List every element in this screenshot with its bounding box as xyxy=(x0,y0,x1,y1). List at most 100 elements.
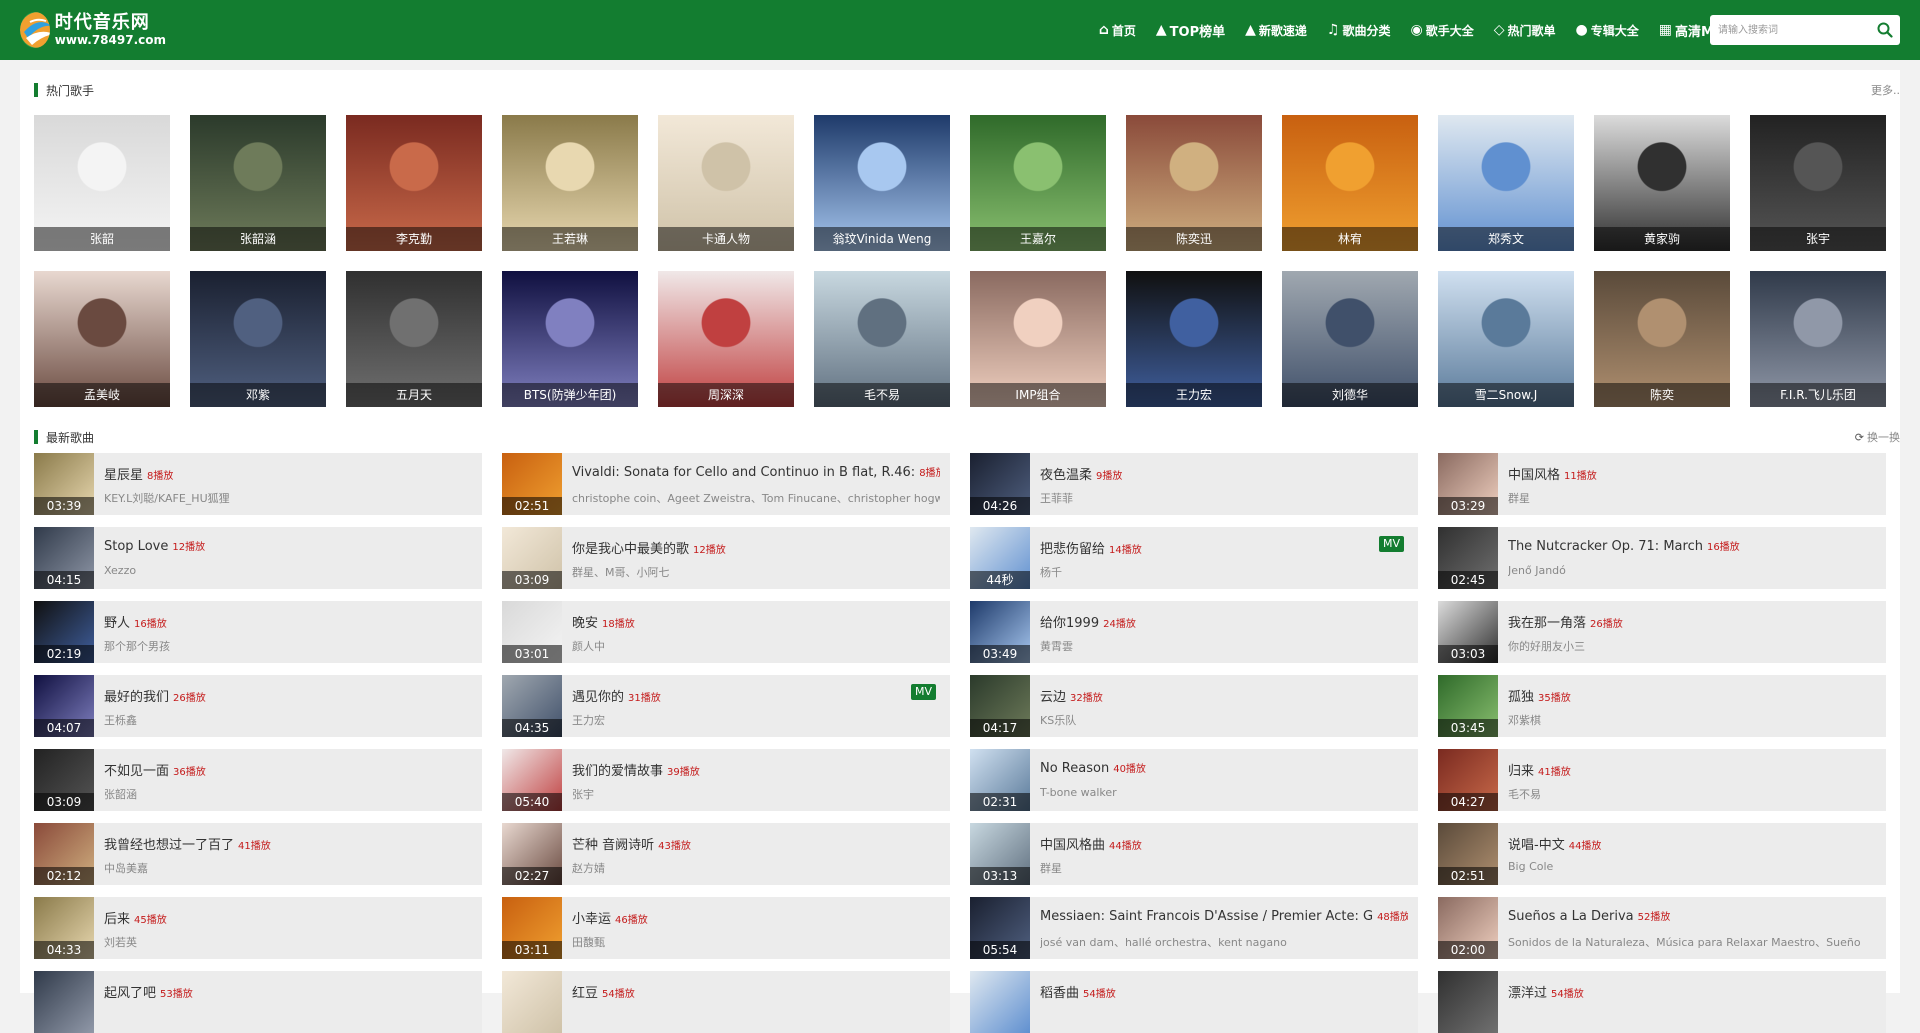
song-title[interactable]: 中国风格曲 44播放 xyxy=(1040,834,1408,853)
song-title[interactable]: 归来 41播放 xyxy=(1508,760,1876,779)
song-title[interactable]: 芒种 音阙诗听 43播放 xyxy=(572,834,940,853)
song-item[interactable]: 05:54 Messiaen: Saint Francois D'Assise /… xyxy=(970,897,1418,959)
song-artist[interactable]: Big Cole xyxy=(1508,860,1876,873)
nav-singers[interactable]: ◉ 歌手大全 xyxy=(1401,0,1484,60)
singers-more-link[interactable]: 更多.. xyxy=(1871,82,1900,98)
singer-card[interactable]: 黄家驹 xyxy=(1594,115,1730,251)
song-title[interactable]: Stop Love 12播放 xyxy=(104,538,472,554)
nav-playlists[interactable]: ◇ 热门歌单 xyxy=(1484,0,1566,60)
song-artist[interactable]: 群星 xyxy=(1508,490,1876,506)
song-artist[interactable]: 颜人中 xyxy=(572,638,940,654)
song-cover[interactable]: 04:07 xyxy=(34,675,94,737)
song-artist[interactable]: 王菲菲 xyxy=(1040,490,1408,506)
singer-card[interactable]: 王若琳 xyxy=(502,115,638,251)
song-cover[interactable]: 02:27 xyxy=(502,823,562,885)
nav-albums[interactable]: ● 专辑大全 xyxy=(1566,0,1649,60)
song-title[interactable]: 晚安 18播放 xyxy=(572,612,940,631)
song-item[interactable]: 04:27 归来 41播放 毛不易 xyxy=(1438,749,1886,811)
song-title[interactable]: 把悲伤留给 14播放 xyxy=(1040,538,1408,557)
song-artist[interactable]: T-bone walker xyxy=(1040,786,1408,799)
song-artist[interactable]: KEY.L刘聪/KAFE_HU狐狸 xyxy=(104,490,472,506)
song-artist[interactable]: 黄霄雲 xyxy=(1040,638,1408,654)
song-title[interactable]: 我们的爱情故事 39播放 xyxy=(572,760,940,779)
song-cover[interactable]: 02:51 xyxy=(502,453,562,515)
song-item[interactable]: 04:33 后来 45播放 刘若英 xyxy=(34,897,482,959)
song-artist[interactable]: Sonidos de la Naturaleza、Música para Rel… xyxy=(1508,934,1876,950)
song-item[interactable]: 03:03 我在那一角落 26播放 你的好朋友小三 xyxy=(1438,601,1886,663)
song-cover[interactable]: 05:54 xyxy=(970,897,1030,959)
song-artist[interactable]: KS乐队 xyxy=(1040,712,1408,728)
song-item[interactable]: 02:51 Vivaldi: Sonata for Cello and Conti… xyxy=(502,453,950,515)
search-button[interactable] xyxy=(1870,15,1900,45)
song-title[interactable]: No Reason 40播放 xyxy=(1040,760,1408,776)
nav-top-chart[interactable]: ▲ TOP榜单 xyxy=(1146,0,1235,60)
song-artist[interactable]: Xezzo xyxy=(104,564,472,577)
song-cover[interactable]: 02:19 xyxy=(34,601,94,663)
song-cover[interactable]: 04:27 xyxy=(1438,749,1498,811)
singer-card[interactable]: 周深深 xyxy=(658,271,794,407)
singer-card[interactable]: 雪二Snow.J xyxy=(1438,271,1574,407)
singer-card[interactable]: 李克勤 xyxy=(346,115,482,251)
song-item[interactable]: 03:49 给你1999 24播放 黄霄雲 xyxy=(970,601,1418,663)
singer-card[interactable]: 张韶涵 xyxy=(190,115,326,251)
song-artist[interactable]: 赵方婧 xyxy=(572,860,940,876)
song-title[interactable]: 云边 32播放 xyxy=(1040,686,1408,705)
song-item[interactable]: 02:27 芒种 音阙诗听 43播放 赵方婧 xyxy=(502,823,950,885)
song-cover[interactable] xyxy=(502,971,562,1033)
song-item[interactable]: 03:39 星辰星 8播放 KEY.L刘聪/KAFE_HU狐狸 xyxy=(34,453,482,515)
song-item[interactable]: 02:12 我曾经也想过一了百了 41播放 中岛美嘉 xyxy=(34,823,482,885)
song-item[interactable]: 04:17 云边 32播放 KS乐队 xyxy=(970,675,1418,737)
song-artist[interactable]: 刘若英 xyxy=(104,934,472,950)
song-item[interactable]: 03:01 晚安 18播放 颜人中 xyxy=(502,601,950,663)
song-cover[interactable]: 04:15 xyxy=(34,527,94,589)
song-title[interactable]: 说唱-中文 44播放 xyxy=(1508,834,1876,853)
song-cover[interactable]: 03:11 xyxy=(502,897,562,959)
song-cover[interactable]: 04:17 xyxy=(970,675,1030,737)
song-cover[interactable]: 04:35 xyxy=(502,675,562,737)
song-cover[interactable]: 03:13 xyxy=(970,823,1030,885)
song-artist[interactable]: 张韶涵 xyxy=(104,786,472,802)
song-item[interactable]: 02:45 The Nutcracker Op. 71: March 16播放 Jen… xyxy=(1438,527,1886,589)
song-item[interactable]: 04:26 夜色温柔 9播放 王菲菲 xyxy=(970,453,1418,515)
song-cover[interactable]: 02:12 xyxy=(34,823,94,885)
song-title[interactable]: 给你1999 24播放 xyxy=(1040,612,1408,631)
song-artist[interactable]: 毛不易 xyxy=(1508,786,1876,802)
song-item[interactable]: 02:00 Sueños a La Deriva 52播放 Sonidos de la… xyxy=(1438,897,1886,959)
song-cover[interactable] xyxy=(34,971,94,1033)
singer-card[interactable]: 郑秀文 xyxy=(1438,115,1574,251)
song-item[interactable]: 02:19 野人 16播放 那个那个男孩 xyxy=(34,601,482,663)
singer-card[interactable]: 孟美岐 xyxy=(34,271,170,407)
song-item[interactable]: 04:07 最好的我们 26播放 王栎鑫 xyxy=(34,675,482,737)
song-artist[interactable]: 群星、M哥、小阿七 xyxy=(572,564,940,580)
singer-card[interactable]: 刘德华 xyxy=(1282,271,1418,407)
song-title[interactable]: 不如见一面 36播放 xyxy=(104,760,472,779)
song-cover[interactable]: 03:45 xyxy=(1438,675,1498,737)
song-item[interactable]: 03:45 孤独 35播放 邓紫棋 xyxy=(1438,675,1886,737)
singer-card[interactable]: BTS(防弹少年团) xyxy=(502,271,638,407)
song-artist[interactable]: 中岛美嘉 xyxy=(104,860,472,876)
song-artist[interactable]: 张宇 xyxy=(572,786,940,802)
singer-card[interactable]: 毛不易 xyxy=(814,271,950,407)
song-title[interactable]: Vivaldi: Sonata for Cello and Continuo i… xyxy=(572,464,940,480)
song-title[interactable]: 红豆 54播放 xyxy=(572,982,940,1001)
song-title[interactable]: The Nutcracker Op. 71: March 16播放 xyxy=(1508,538,1876,554)
song-artist[interactable]: 田馥甄 xyxy=(572,934,940,950)
song-item[interactable]: 04:35 遇见你的 31播放 王力宏 MV xyxy=(502,675,950,737)
singer-card[interactable]: 邓紫 xyxy=(190,271,326,407)
song-artist[interactable]: 邓紫棋 xyxy=(1508,712,1876,728)
song-cover[interactable] xyxy=(970,971,1030,1033)
song-cover[interactable]: 02:51 xyxy=(1438,823,1498,885)
song-title[interactable]: 起风了吧 53播放 xyxy=(104,982,472,1001)
song-cover[interactable]: 03:49 xyxy=(970,601,1030,663)
song-cover[interactable]: 03:03 xyxy=(1438,601,1498,663)
singer-card[interactable]: 张韶 xyxy=(34,115,170,251)
song-item[interactable]: 04:15 Stop Love 12播放 Xezzo xyxy=(34,527,482,589)
song-item[interactable]: 起风了吧 53播放 xyxy=(34,971,482,1033)
song-item[interactable]: 03:11 小幸运 46播放 田馥甄 xyxy=(502,897,950,959)
song-item[interactable]: 红豆 54播放 xyxy=(502,971,950,1033)
song-cover[interactable]: 02:00 xyxy=(1438,897,1498,959)
song-cover[interactable]: 02:45 xyxy=(1438,527,1498,589)
song-title[interactable]: 孤独 35播放 xyxy=(1508,686,1876,705)
song-item[interactable]: 44秒 把悲伤留给 14播放 杨千 MV xyxy=(970,527,1418,589)
song-item[interactable]: 02:31 No Reason 40播放 T-bone walker xyxy=(970,749,1418,811)
